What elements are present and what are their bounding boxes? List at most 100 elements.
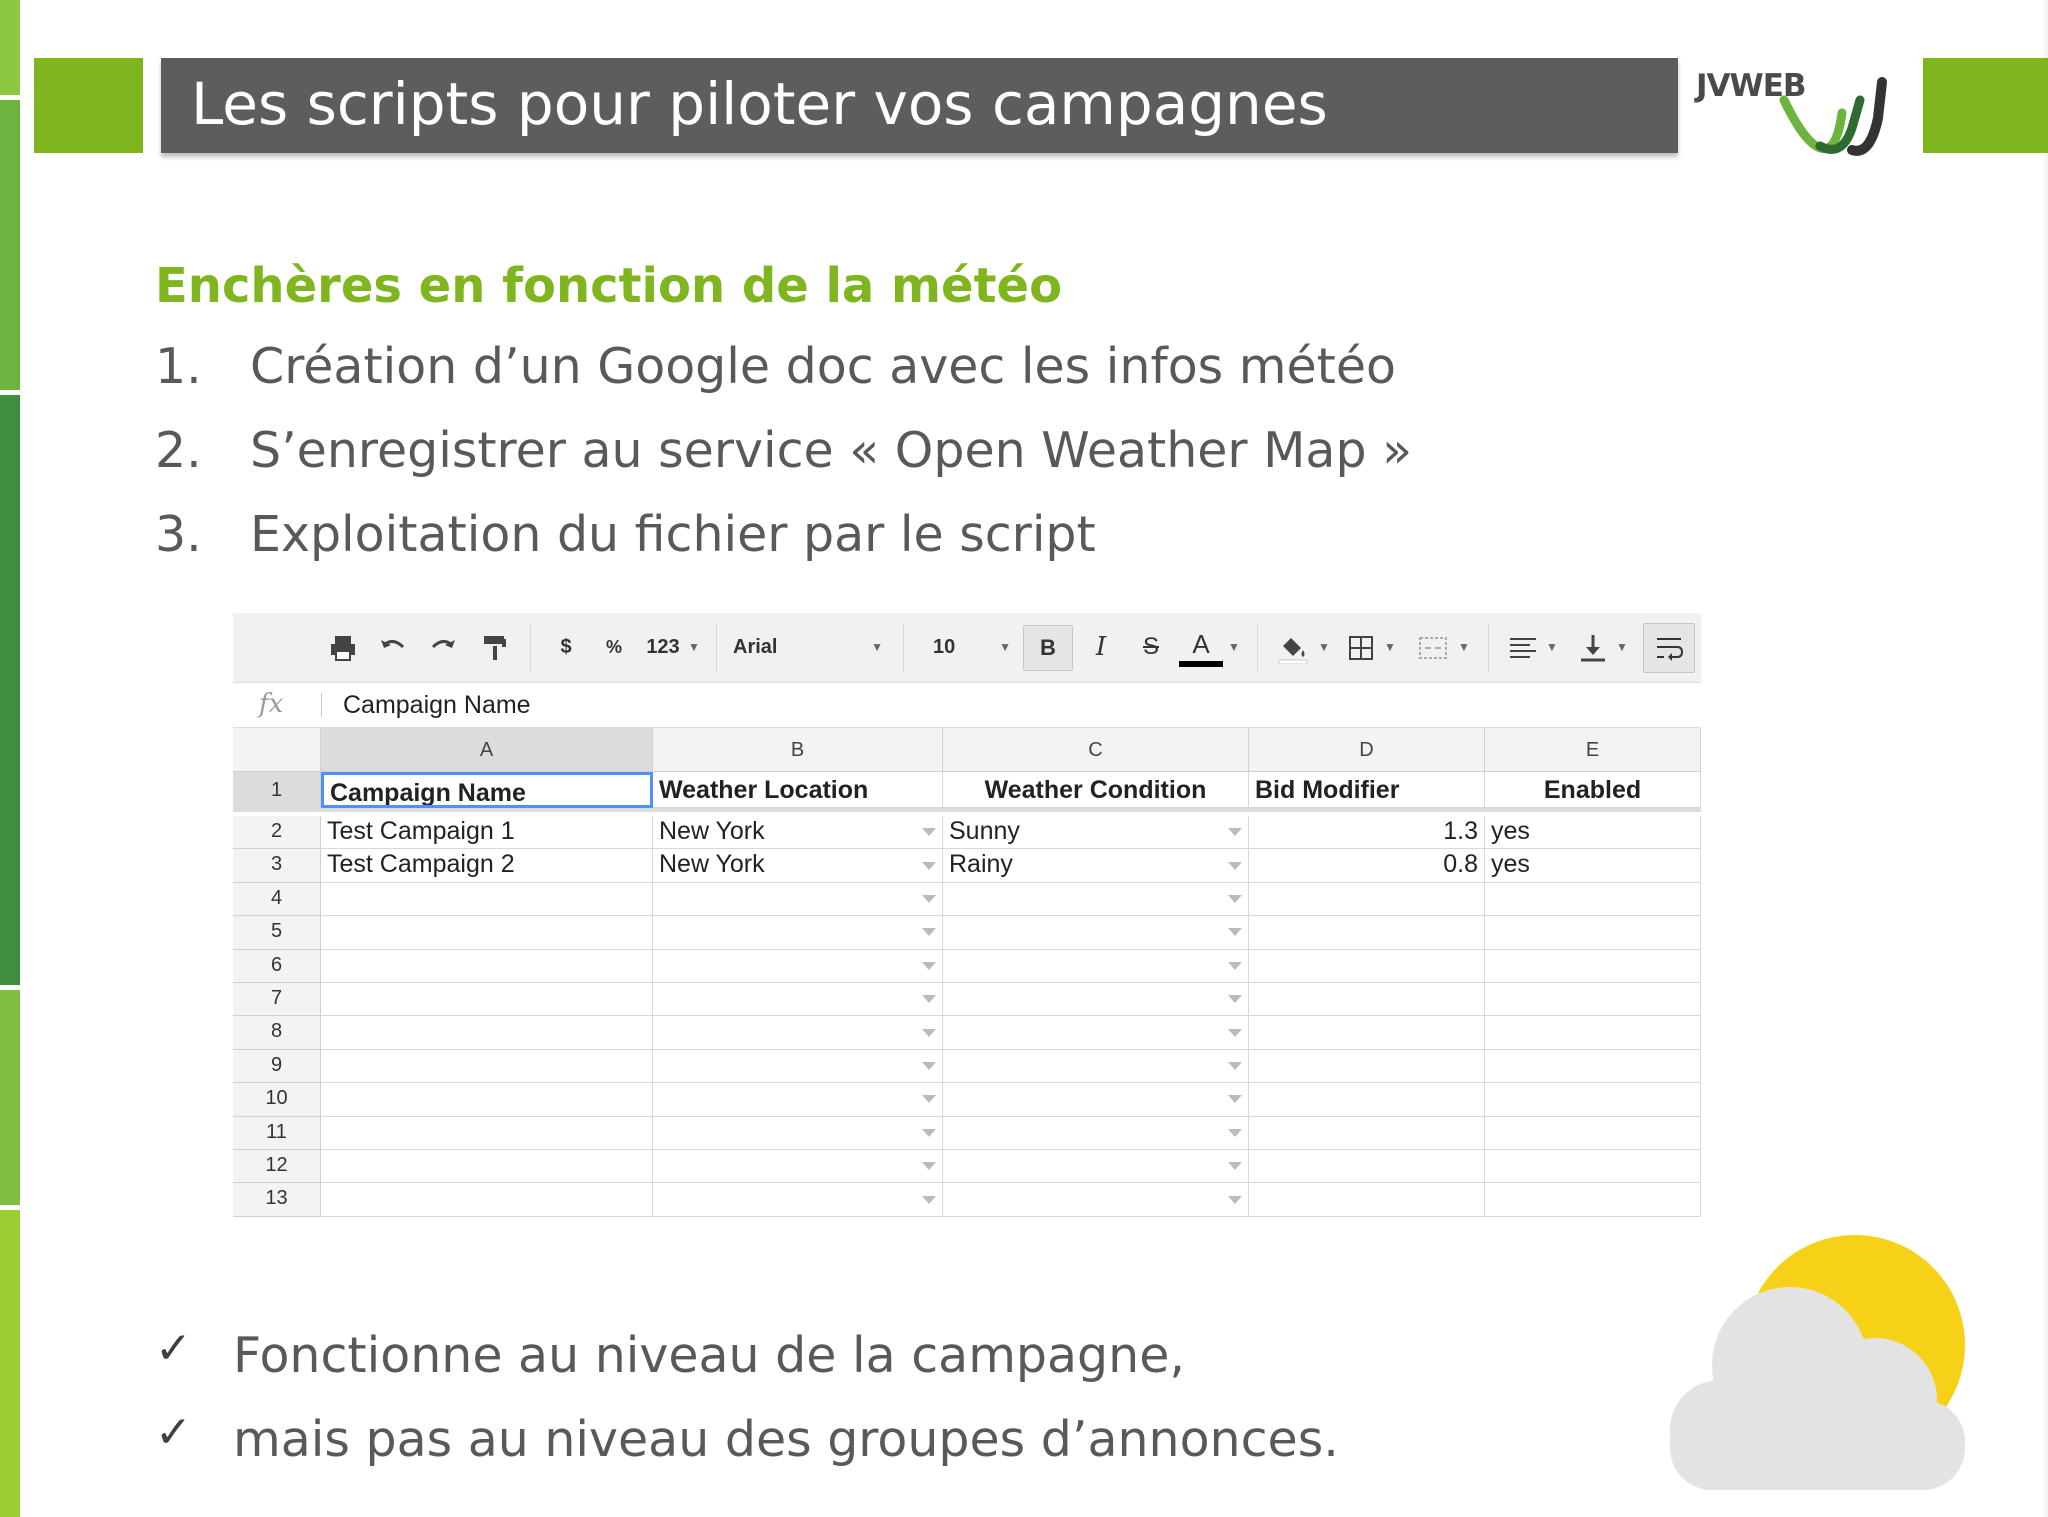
select-all-corner[interactable] (233, 728, 321, 772)
cell-a1[interactable]: Campaign Name (321, 772, 653, 808)
cell-e13[interactable] (1485, 1183, 1701, 1217)
dropdown-arrow-icon[interactable] (1228, 961, 1242, 970)
cell-d4[interactable] (1249, 882, 1485, 917)
cell-b12[interactable] (653, 1150, 943, 1184)
chevron-down-icon[interactable]: ▼ (1317, 627, 1331, 667)
cell-e7[interactable] (1485, 983, 1701, 1017)
align-left-icon[interactable] (1505, 627, 1541, 667)
strikethrough-button[interactable]: S (1131, 627, 1171, 667)
cell-d13[interactable] (1249, 1183, 1485, 1217)
cell-c12[interactable] (943, 1150, 1249, 1184)
italic-button[interactable]: I (1081, 627, 1121, 667)
column-header-b[interactable]: B (653, 728, 943, 772)
dropdown-arrow-icon[interactable] (1228, 1128, 1242, 1137)
cell-e12[interactable] (1485, 1150, 1701, 1184)
row-number[interactable]: 9 (233, 1049, 321, 1084)
cell-d3[interactable]: 0.8 (1249, 849, 1485, 883)
cell-e4[interactable] (1485, 882, 1701, 917)
column-header-a[interactable]: A (321, 728, 653, 772)
dropdown-arrow-icon[interactable] (922, 995, 936, 1004)
cell-b3[interactable]: New York (653, 849, 943, 883)
cell-e5[interactable] (1485, 916, 1701, 950)
cell-c1[interactable]: Weather Condition (943, 772, 1249, 808)
cell-d8[interactable] (1249, 1016, 1485, 1050)
chevron-down-icon[interactable]: ▼ (1615, 627, 1629, 667)
cell-e1[interactable]: Enabled (1485, 772, 1701, 808)
row-number[interactable]: 6 (233, 949, 321, 983)
text-wrap-icon[interactable] (1643, 623, 1695, 673)
cell-d6[interactable] (1249, 949, 1485, 983)
dropdown-arrow-icon[interactable] (922, 828, 936, 837)
dropdown-arrow-icon[interactable] (922, 1128, 936, 1137)
dropdown-arrow-icon[interactable] (922, 1195, 936, 1204)
row-number[interactable]: 3 (233, 849, 321, 883)
cell-e9[interactable] (1485, 1049, 1701, 1084)
number-format-button[interactable]: 123 (641, 627, 685, 667)
cell-b13[interactable] (653, 1183, 943, 1217)
merge-cells-icon[interactable] (1413, 627, 1453, 667)
cell-b10[interactable] (653, 1083, 943, 1117)
dropdown-arrow-icon[interactable] (922, 1095, 936, 1104)
chevron-down-icon[interactable]: ▼ (1545, 627, 1559, 667)
cell-c13[interactable] (943, 1183, 1249, 1217)
dropdown-arrow-icon[interactable] (1228, 1061, 1242, 1070)
font-family-select[interactable]: Arial ▼ (733, 627, 883, 667)
column-header-d[interactable]: D (1249, 728, 1485, 772)
cell-c11[interactable] (943, 1116, 1249, 1150)
cell-c9[interactable] (943, 1049, 1249, 1084)
cell-b2[interactable]: New York (653, 816, 943, 850)
row-number[interactable]: 10 (233, 1083, 321, 1117)
cell-c4[interactable] (943, 882, 1249, 917)
chevron-down-icon[interactable]: ▼ (687, 627, 701, 667)
row-number[interactable]: 1 (233, 772, 321, 808)
cell-c6[interactable] (943, 949, 1249, 983)
cell-a11[interactable] (321, 1116, 653, 1150)
row-number[interactable]: 4 (233, 882, 321, 917)
dropdown-arrow-icon[interactable] (922, 1028, 936, 1037)
cell-c2[interactable]: Sunny (943, 816, 1249, 850)
cell-b11[interactable] (653, 1116, 943, 1150)
fill-color-icon[interactable] (1273, 627, 1313, 667)
dropdown-arrow-icon[interactable] (1228, 894, 1242, 903)
cell-b8[interactable] (653, 1016, 943, 1050)
cell-a8[interactable] (321, 1016, 653, 1050)
cell-a5[interactable] (321, 916, 653, 950)
dropdown-arrow-icon[interactable] (1228, 995, 1242, 1004)
row-number[interactable]: 8 (233, 1016, 321, 1050)
cell-e6[interactable] (1485, 949, 1701, 983)
percent-format-button[interactable]: % (599, 627, 629, 667)
cell-b6[interactable] (653, 949, 943, 983)
row-number[interactable]: 11 (233, 1116, 321, 1150)
cell-c3[interactable]: Rainy (943, 849, 1249, 883)
font-size-select[interactable]: 10 ▼ (933, 627, 1011, 667)
cell-b1[interactable]: Weather Location (653, 772, 943, 808)
cell-a10[interactable] (321, 1083, 653, 1117)
cell-e2[interactable]: yes (1485, 816, 1701, 850)
cell-c5[interactable] (943, 916, 1249, 950)
cell-a12[interactable] (321, 1150, 653, 1184)
cell-d11[interactable] (1249, 1116, 1485, 1150)
cell-a4[interactable] (321, 882, 653, 917)
cell-e11[interactable] (1485, 1116, 1701, 1150)
cell-a2[interactable]: Test Campaign 1 (321, 816, 653, 850)
column-header-c[interactable]: C (943, 728, 1249, 772)
dropdown-arrow-icon[interactable] (922, 1162, 936, 1171)
cell-d5[interactable] (1249, 916, 1485, 950)
dropdown-arrow-icon[interactable] (1228, 1028, 1242, 1037)
cell-a13[interactable] (321, 1183, 653, 1217)
dropdown-arrow-icon[interactable] (1228, 1195, 1242, 1204)
text-color-button[interactable]: A (1179, 627, 1223, 667)
cell-b5[interactable] (653, 916, 943, 950)
borders-icon[interactable] (1343, 627, 1379, 667)
dropdown-arrow-icon[interactable] (1228, 828, 1242, 837)
cell-d1[interactable]: Bid Modifier (1249, 772, 1485, 808)
cell-a6[interactable] (321, 949, 653, 983)
row-number[interactable]: 5 (233, 916, 321, 950)
cell-d9[interactable] (1249, 1049, 1485, 1084)
cell-d12[interactable] (1249, 1150, 1485, 1184)
row-number[interactable]: 13 (233, 1183, 321, 1217)
dropdown-arrow-icon[interactable] (922, 961, 936, 970)
column-header-e[interactable]: E (1485, 728, 1701, 772)
cell-e10[interactable] (1485, 1083, 1701, 1117)
cell-e3[interactable]: yes (1485, 849, 1701, 883)
